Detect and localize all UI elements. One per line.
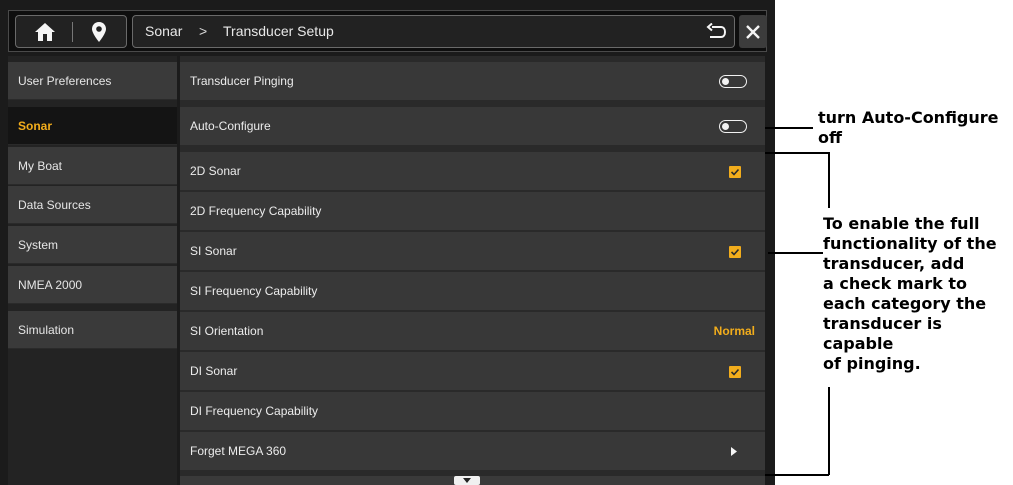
breadcrumb-separator: > — [199, 23, 208, 39]
home-icon[interactable] — [34, 22, 56, 42]
di-sonar-checkbox[interactable] — [729, 366, 741, 378]
map-pin-icon[interactable] — [90, 21, 108, 43]
row-label: SI Orientation — [190, 324, 264, 338]
sidebar-item-system[interactable]: System — [8, 226, 177, 264]
breadcrumb-current: Transducer Setup — [223, 23, 334, 39]
callout-bracket-bottom — [765, 474, 829, 476]
annotation-line: of pinging. — [823, 354, 921, 373]
row-si-frequency-capability[interactable]: SI Frequency Capability — [180, 272, 765, 311]
sidebar-item-sonar[interactable]: Sonar — [8, 107, 177, 145]
auto-configure-toggle[interactable] — [719, 120, 747, 133]
scroll-down-button[interactable] — [454, 476, 480, 485]
breadcrumb-root[interactable]: Sonar — [145, 16, 182, 47]
row-di-frequency-capability[interactable]: DI Frequency Capability — [180, 392, 765, 431]
si-sonar-checkbox[interactable] — [729, 246, 741, 258]
row-si-orientation[interactable]: SI Orientation Normal — [180, 312, 765, 351]
row-label: SI Sonar — [190, 244, 237, 258]
sidebar-item-simulation[interactable]: Simulation — [8, 311, 177, 349]
annotation-auto-configure: turn Auto-Configure off — [818, 108, 1013, 148]
row-label: 2D Frequency Capability — [190, 204, 322, 218]
settings-list: Transducer Pinging Auto-Configure 2D Son… — [180, 56, 765, 485]
checkmark-icon — [730, 168, 740, 176]
annotation-line: a check mark to — [823, 274, 967, 293]
checkmark-icon — [730, 368, 740, 376]
row-label: Transducer Pinging — [190, 74, 294, 88]
2d-sonar-checkbox[interactable] — [729, 166, 741, 178]
checkmark-icon — [730, 248, 740, 256]
sidebar-item-my-boat[interactable]: My Boat — [8, 147, 177, 185]
back-arrow-icon[interactable] — [706, 23, 726, 41]
breadcrumb: Sonar > Transducer Setup — [132, 15, 735, 48]
row-label: Forget MEGA 360 — [190, 444, 287, 458]
close-icon — [746, 25, 760, 39]
row-di-sonar[interactable]: DI Sonar — [180, 352, 765, 391]
chevron-down-icon — [463, 478, 471, 483]
annotation-line: To enable the full — [823, 214, 980, 233]
scroll-area — [180, 476, 765, 485]
row-label: DI Frequency Capability — [190, 404, 319, 418]
row-2d-frequency-capability[interactable]: 2D Frequency Capability — [180, 192, 765, 231]
callout-bracket-mid — [768, 252, 823, 254]
annotation-line: transducer is capable — [823, 314, 942, 353]
callout-bracket-upper — [828, 152, 830, 208]
annotation-line: each category the — [823, 294, 987, 313]
close-button[interactable] — [739, 15, 767, 48]
row-forget-mega-360[interactable]: Forget MEGA 360 — [180, 432, 765, 471]
row-2d-sonar[interactable]: 2D Sonar — [180, 152, 765, 191]
annotation-enable-functionality: To enable the full functionality of the … — [823, 214, 1013, 374]
annotation-line: transducer, add — [823, 254, 965, 273]
sidebar-item-data-sources[interactable]: Data Sources — [8, 186, 177, 224]
annotation-line: turn Auto-Configure — [818, 108, 999, 127]
nav-shortcuts — [15, 15, 127, 48]
callout-bracket-top — [765, 152, 829, 154]
si-orientation-value: Normal — [713, 324, 755, 338]
nav-divider — [72, 22, 73, 42]
row-si-sonar[interactable]: SI Sonar — [180, 232, 765, 271]
callout-line-auto-configure — [765, 127, 813, 129]
settings-sidebar: User Preferences Sonar My Boat Data Sour… — [8, 56, 177, 485]
callout-bracket-lower — [828, 387, 830, 475]
sidebar-item-nmea-2000[interactable]: NMEA 2000 — [8, 266, 177, 304]
row-auto-configure[interactable]: Auto-Configure — [180, 107, 765, 146]
sidebar-item-user-preferences[interactable]: User Preferences — [8, 62, 177, 100]
annotation-line: functionality of the — [823, 234, 997, 253]
device-screen: Sonar > Transducer Setup User Preference… — [0, 0, 775, 485]
annotation-line: off — [818, 128, 842, 147]
chevron-right-icon — [731, 447, 737, 456]
row-label: DI Sonar — [190, 364, 238, 378]
row-label: 2D Sonar — [190, 164, 241, 178]
row-transducer-pinging[interactable]: Transducer Pinging — [180, 62, 765, 101]
title-bar: Sonar > Transducer Setup — [8, 10, 767, 52]
row-label: Auto-Configure — [190, 119, 271, 133]
transducer-pinging-toggle[interactable] — [719, 75, 747, 88]
row-label: SI Frequency Capability — [190, 284, 318, 298]
